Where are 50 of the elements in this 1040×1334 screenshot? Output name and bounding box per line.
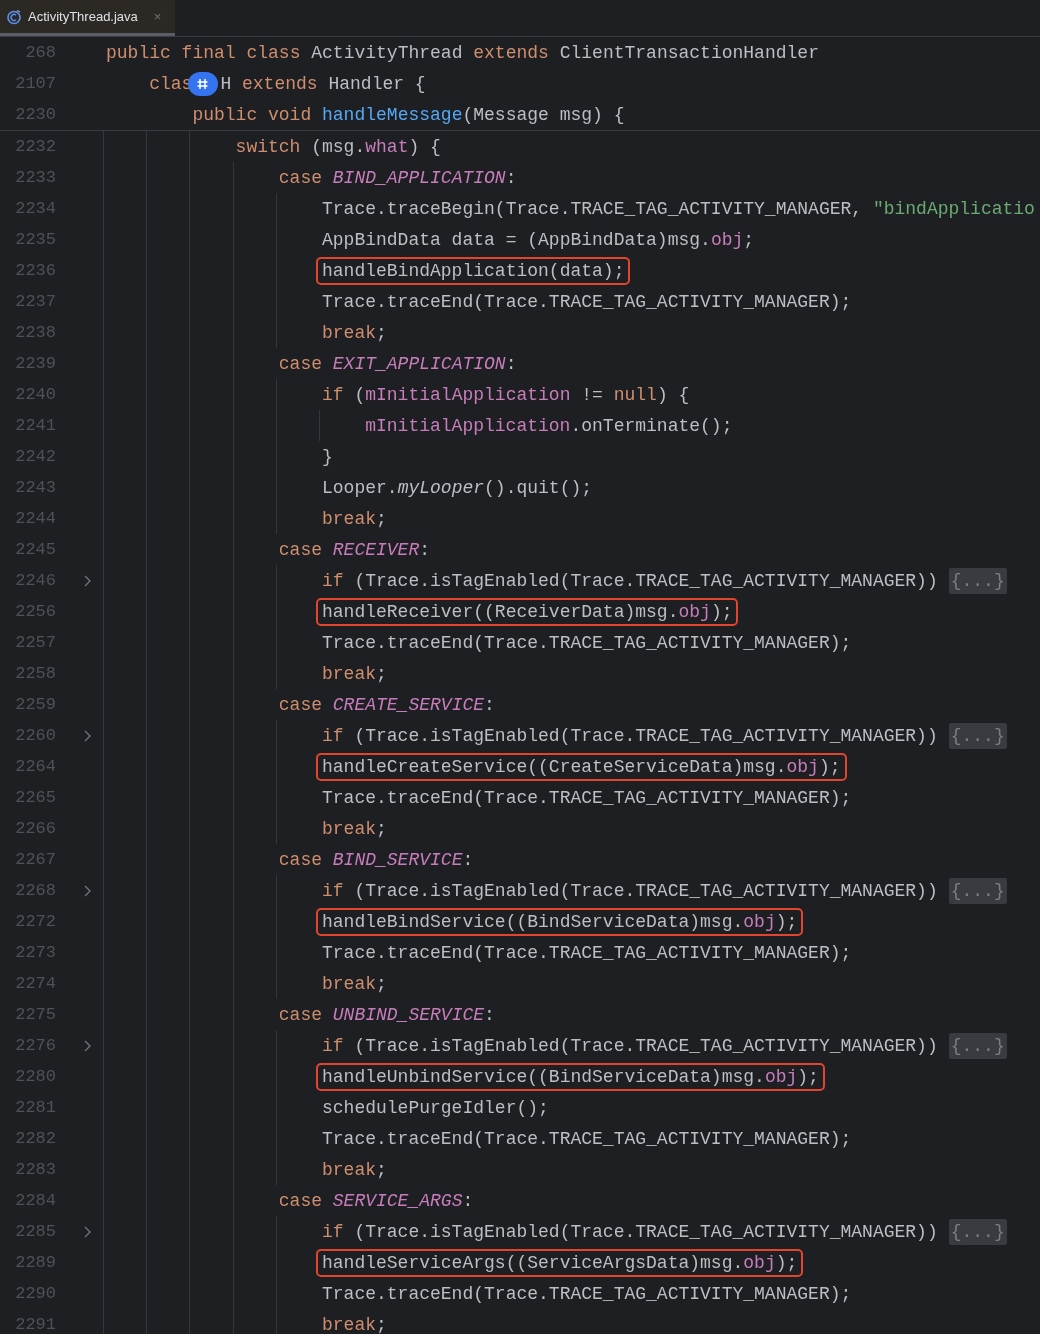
hash-badge-icon — [188, 71, 219, 96]
code-line: public final class ActivityThread extends ClientTransactionHandler — [106, 41, 819, 65]
code-line: break; — [322, 662, 387, 686]
code-line: switch (msg.what) { — [235, 135, 441, 159]
code-line: Trace.traceEnd(Trace.TRACE_TAG_ACTIVITY_MANAGER); — [322, 786, 852, 810]
code-line: Looper.myLooper().quit(); — [322, 476, 593, 500]
code-line: case SERVICE_ARGS: — [278, 1189, 474, 1213]
code-line: break; — [322, 321, 387, 345]
chevron-icon[interactable] — [83, 573, 92, 588]
class-file-icon — [6, 8, 22, 25]
folded-code-button[interactable]: {...} — [948, 1218, 1007, 1245]
chevron-icon[interactable] — [83, 1224, 92, 1239]
chevron-icon[interactable] — [83, 883, 92, 898]
code-line: if (Trace.isTagEnabled(Trace.TRACE_TAG_ACTIVITY_MANAGER)) — [322, 724, 938, 748]
code-line: Trace.traceEnd(Trace.TRACE_TAG_ACTIVITY_MANAGER); — [322, 631, 852, 655]
folded-code-button[interactable]: {...} — [948, 567, 1007, 594]
code-line: mInitialApplication.onTerminate(); — [365, 414, 733, 438]
code-line: } — [322, 445, 333, 469]
code-line: break; — [322, 1313, 387, 1334]
code-line: Trace.traceEnd(Trace.TRACE_TAG_ACTIVITY_MANAGER); — [322, 290, 852, 314]
code-line: if (Trace.isTagEnabled(Trace.TRACE_TAG_ACTIVITY_MANAGER)) — [322, 1220, 938, 1244]
code-line: case UNBIND_SERVICE: — [278, 1003, 495, 1027]
code-line: case BIND_APPLICATION: — [278, 166, 517, 190]
file-tab[interactable]: ActivityThread.java × — [0, 0, 176, 36]
code-line: if (Trace.isTagEnabled(Trace.TRACE_TAG_ACTIVITY_MANAGER)) — [322, 569, 938, 593]
code-line: break; — [322, 817, 387, 841]
code-line: if (Trace.isTagEnabled(Trace.TRACE_TAG_ACTIVITY_MANAGER)) — [322, 1034, 938, 1058]
close-button[interactable]: × — [153, 6, 162, 27]
code-line: break; — [322, 507, 387, 531]
code-line: break; — [322, 972, 387, 996]
folded-code-button[interactable]: {...} — [948, 722, 1007, 749]
code-line: public void handleMessage(Message msg) { — [192, 103, 625, 127]
chevron-icon[interactable] — [83, 728, 92, 743]
code-line: H extends Handler { — [220, 72, 426, 96]
chevron-icon[interactable] — [83, 1038, 92, 1053]
code-line: if (mInitialApplication != null) { — [322, 383, 690, 407]
code-line: case RECEIVER: — [278, 538, 431, 562]
code-line: case CREATE_SERVICE: — [278, 693, 495, 717]
code-line: break; — [322, 1158, 387, 1182]
folded-code-button[interactable]: {...} — [948, 877, 1007, 904]
folded-code-button[interactable]: {...} — [948, 1032, 1007, 1059]
code-line: AppBindData data = (AppBindData)msg.obj; — [322, 228, 755, 252]
code-line: if (Trace.isTagEnabled(Trace.TRACE_TAG_ACTIVITY_MANAGER)) — [322, 879, 938, 903]
code-line: schedulePurgeIdler(); — [322, 1096, 549, 1120]
code-line: case BIND_SERVICE: — [278, 848, 474, 872]
code-line: Trace.traceEnd(Trace.TRACE_TAG_ACTIVITY_MANAGER); — [322, 1282, 852, 1306]
code-line: Trace.traceEnd(Trace.TRACE_TAG_ACTIVITY_MANAGER); — [322, 941, 852, 965]
code-line: Trace.traceEnd(Trace.TRACE_TAG_ACTIVITY_MANAGER); — [322, 1127, 852, 1151]
code-line: case EXIT_APPLICATION: — [278, 352, 517, 376]
code-line: Trace.traceBegin(Trace.TRACE_TAG_ACTIVITY_MANAGER, "bindApplicatio — [322, 197, 1035, 221]
